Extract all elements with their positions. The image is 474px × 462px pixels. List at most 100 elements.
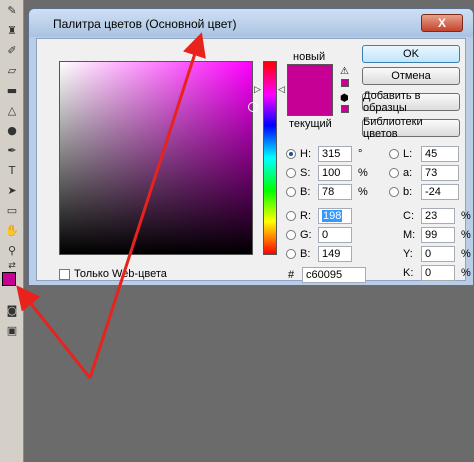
label-h: H:: [300, 148, 311, 160]
input-b[interactable]: 78: [318, 184, 352, 200]
unit-m: %: [461, 229, 471, 241]
color-libraries-button[interactable]: Библиотеки цветов: [362, 116, 460, 140]
unit-h: °: [358, 148, 363, 160]
input-r[interactable]: 198: [318, 208, 352, 224]
radio-h[interactable]: [286, 149, 296, 159]
stamp-icon[interactable]: ♜: [3, 22, 21, 38]
web-color-swatch[interactable]: [341, 105, 349, 113]
dialog-titlebar[interactable]: Палитра цветов (Основной цвет) X: [29, 9, 473, 37]
path-select-icon[interactable]: ➤: [3, 182, 21, 198]
hue-slider-right-arrow-icon[interactable]: ◁: [278, 84, 285, 95]
tools-panel: ✎ ♜ ✐ ▱ ▬ △ ● ✒ T ➤ ▭ ✋ ⚲ ⇄ ◙ ▣: [0, 0, 24, 462]
color-picker-dialog: Палитра цветов (Основной цвет) X ▷ ◁ нов…: [28, 8, 474, 286]
current-color-label: текущий: [289, 118, 332, 130]
gradient-icon[interactable]: ▬: [3, 82, 21, 98]
label-l: L:: [403, 148, 413, 160]
hand-icon[interactable]: ✋: [3, 222, 21, 238]
color-preview: [287, 64, 333, 116]
radio-lab-b[interactable]: [389, 187, 399, 197]
hue-slider-left-arrow-icon[interactable]: ▷: [254, 84, 261, 95]
label-a: a:: [403, 167, 413, 179]
input-m[interactable]: 99: [421, 227, 455, 243]
hue-slider[interactable]: [263, 61, 277, 255]
input-lab-b[interactable]: -24: [421, 184, 459, 200]
hsb-row-b: B: 78 %: [286, 184, 368, 200]
hex-input[interactable]: c60095: [302, 267, 366, 283]
web-colors-checkbox-box[interactable]: [59, 268, 70, 280]
unit-c: %: [461, 210, 471, 222]
radio-a[interactable]: [389, 168, 399, 178]
zoom-icon[interactable]: ⚲: [3, 242, 21, 258]
label-m: M:: [403, 229, 416, 241]
rgb-row-b: B: 149: [286, 246, 352, 262]
input-a[interactable]: 73: [421, 165, 459, 181]
cmyk-row-k: K: 0 %: [403, 265, 471, 281]
eraser-icon[interactable]: ▱: [3, 62, 21, 78]
type-icon[interactable]: T: [3, 162, 21, 178]
input-h[interactable]: 315: [318, 146, 352, 162]
input-y[interactable]: 0: [421, 246, 455, 262]
radio-b[interactable]: [286, 187, 296, 197]
radio-g[interactable]: [286, 230, 296, 240]
saturation-brightness-field[interactable]: [59, 61, 258, 255]
label-rgb-b: B:: [300, 248, 311, 260]
add-to-swatches-button[interactable]: Добавить в образцы: [362, 90, 460, 114]
cmyk-row-c: C: 23 %: [403, 208, 471, 224]
dodge-icon[interactable]: ●: [3, 122, 21, 138]
screen-mode-icon[interactable]: ▣: [3, 322, 21, 338]
gamut-color-swatch[interactable]: [341, 79, 349, 87]
input-c[interactable]: 23: [421, 208, 455, 224]
label-r: R:: [300, 210, 311, 222]
lab-row-a: a: 73: [389, 165, 459, 181]
cmyk-row-m: M: 99 %: [403, 227, 471, 243]
history-brush-icon[interactable]: ✐: [3, 42, 21, 58]
label-s: S:: [300, 167, 311, 179]
radio-rgb-b[interactable]: [286, 249, 296, 259]
label-c: C:: [403, 210, 414, 222]
label-lab-b: b:: [403, 186, 413, 198]
hex-label: #: [288, 269, 295, 281]
brush-icon[interactable]: ✎: [3, 2, 21, 18]
web-colors-label: Только Web-цвета: [74, 268, 167, 280]
close-button[interactable]: X: [421, 14, 463, 32]
unit-s: %: [358, 167, 368, 179]
rgb-row-g: G: 0: [286, 227, 352, 243]
radio-l[interactable]: [389, 149, 399, 159]
arrow-to-swatch: [16, 285, 92, 379]
pen-icon[interactable]: ✒: [3, 142, 21, 158]
input-g[interactable]: 0: [318, 227, 352, 243]
label-b: B:: [300, 186, 311, 198]
input-l[interactable]: 45: [421, 146, 459, 162]
input-s[interactable]: 100: [318, 165, 352, 181]
label-y: Y:: [403, 248, 413, 260]
shape-icon[interactable]: ▭: [3, 202, 21, 218]
label-g: G:: [300, 229, 312, 241]
input-rgb-b[interactable]: 149: [318, 246, 352, 262]
dialog-body: ▷ ◁ новый текущий ⚠ ⬢ OK Отмена Добавить…: [36, 38, 471, 283]
hsb-row-s: S: 100 %: [286, 165, 368, 181]
cube-icon[interactable]: ⬢: [340, 93, 349, 104]
blur-icon[interactable]: △: [3, 102, 21, 118]
foreground-color-swatch[interactable]: [2, 272, 16, 286]
unit-b: %: [358, 186, 368, 198]
radio-r[interactable]: [286, 211, 296, 221]
new-color-label: новый: [293, 51, 326, 63]
web-colors-only-checkbox[interactable]: Только Web-цвета: [59, 268, 167, 280]
cancel-button[interactable]: Отмена: [362, 67, 460, 85]
input-k[interactable]: 0: [421, 265, 455, 281]
warning-icon[interactable]: ⚠: [340, 66, 350, 77]
color-marker[interactable]: [248, 102, 258, 112]
label-k: K:: [403, 267, 414, 279]
dialog-title: Палитра цветов (Основной цвет): [53, 17, 237, 31]
ok-button[interactable]: OK: [362, 45, 460, 63]
lab-row-l: L: 45: [389, 146, 459, 162]
quick-mask-icon[interactable]: ◙: [3, 302, 21, 318]
radio-s[interactable]: [286, 168, 296, 178]
input-r-selected-text: 198: [322, 210, 343, 222]
unit-y: %: [461, 248, 471, 260]
rgb-row-r: R: 198: [286, 208, 352, 224]
hex-row: # c60095: [288, 267, 366, 283]
hsb-row-h: H: 315 °: [286, 146, 362, 162]
lab-row-b: b: -24: [389, 184, 459, 200]
unit-k: %: [461, 267, 471, 279]
